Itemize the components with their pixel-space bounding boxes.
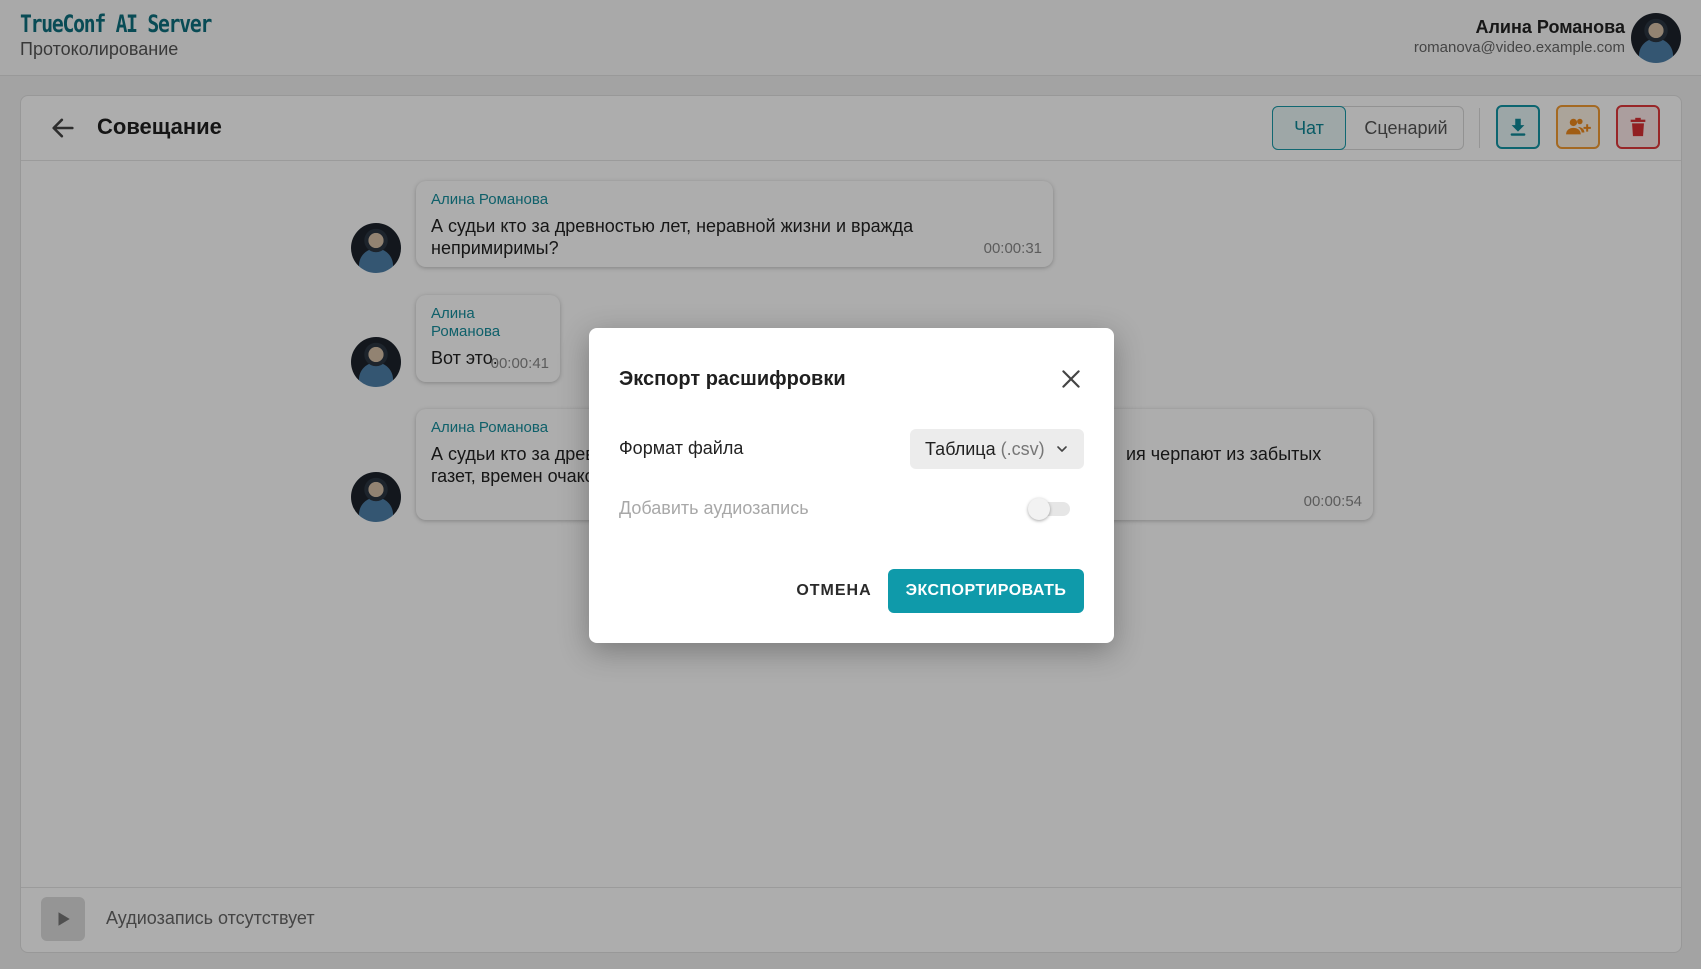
close-button[interactable] [1058,366,1084,392]
format-extension: (.csv) [1000,439,1045,459]
chevron-down-icon [1057,446,1067,452]
add-audio-toggle[interactable] [1028,498,1072,520]
add-audio-label: Добавить аудиозапись [619,498,809,518]
cancel-button[interactable]: ОТМЕНА [779,569,889,613]
export-button[interactable]: ЭКСПОРТИРОВАТЬ [888,569,1084,613]
dialog-title: Экспорт расшифровки [619,368,846,390]
format-value: Таблица [925,439,996,459]
toggle-knob [1028,498,1050,520]
format-select[interactable]: Таблица (.csv) [910,429,1084,469]
export-dialog: Экспорт расшифровки Формат файла Таблица… [589,328,1114,643]
close-icon [1062,370,1080,388]
format-label: Формат файла [619,438,744,458]
